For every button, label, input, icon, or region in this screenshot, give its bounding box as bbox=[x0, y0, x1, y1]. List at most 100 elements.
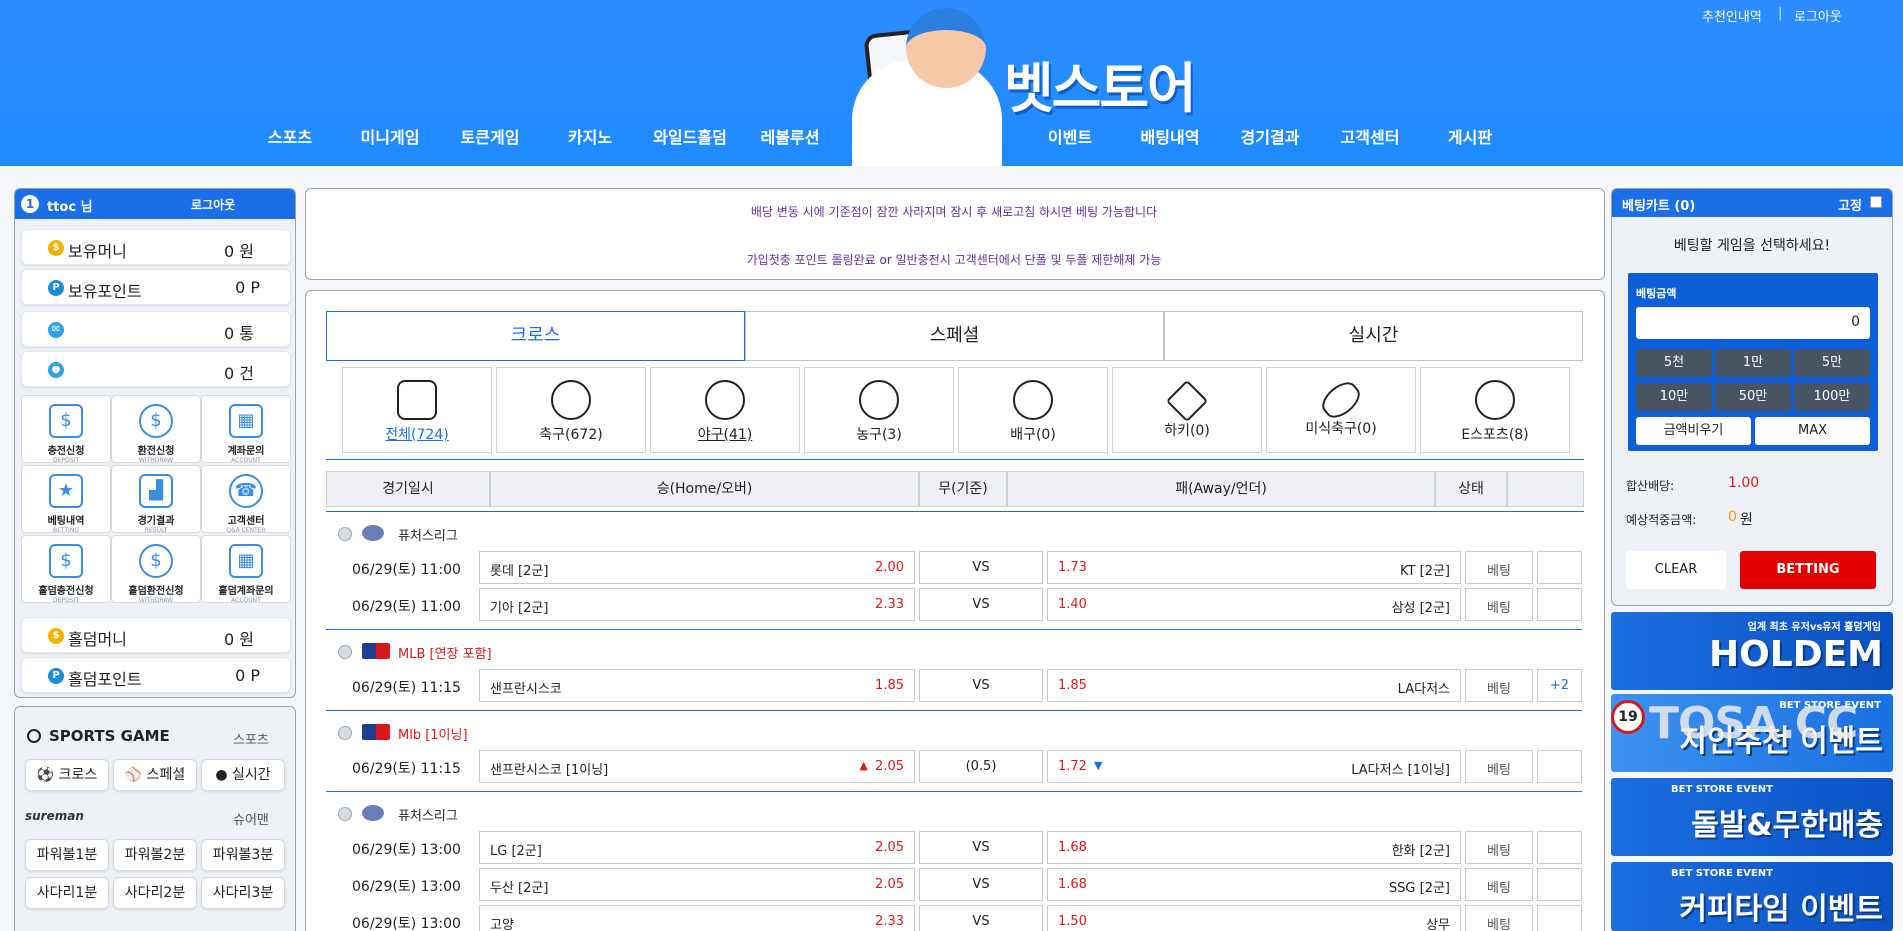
bet-status-button[interactable]: 베팅 bbox=[1465, 868, 1533, 901]
inquiry-row[interactable]: ● 0 건 bbox=[21, 351, 291, 387]
tab-live[interactable]: 실시간 bbox=[1164, 311, 1583, 361]
sport-all[interactable]: 전체(724) bbox=[342, 367, 492, 453]
coffee-banner[interactable]: BET STORE EVENT 커피타임 이벤트 bbox=[1611, 862, 1893, 931]
messages-value: 0 통 bbox=[224, 324, 254, 343]
home-odds-button[interactable]: 기아 [2군] 2.33 bbox=[479, 588, 915, 621]
bet-status-button[interactable]: 베팅 bbox=[1465, 669, 1533, 702]
away-odds-button[interactable]: 1.50 상무 bbox=[1047, 905, 1461, 931]
more-markets-button[interactable]: +2 bbox=[1537, 669, 1582, 702]
betting-button[interactable]: BETTING bbox=[1740, 551, 1876, 589]
ladder-2-button[interactable]: 사다리2분 bbox=[113, 877, 197, 909]
bet-status-button[interactable]: 베팅 bbox=[1465, 588, 1533, 621]
away-odds-button[interactable]: 1.68 SSG [2군] bbox=[1047, 868, 1461, 901]
sport-basketball[interactable]: 농구(3) bbox=[804, 367, 954, 453]
total-odds-value: 1.00 bbox=[1728, 475, 1760, 491]
nav-revolution[interactable]: 레볼루션 bbox=[715, 124, 865, 148]
home-odds-button[interactable]: LG [2군] 2.05 bbox=[479, 831, 915, 864]
draw-button[interactable]: VS bbox=[919, 551, 1043, 584]
game-time: 06/29(토) 11:00 bbox=[352, 599, 461, 615]
draw-button[interactable]: VS bbox=[919, 905, 1043, 931]
bet-history-button[interactable]: ★ 베팅내역 BETTING bbox=[21, 465, 111, 534]
more-markets-button[interactable] bbox=[1537, 831, 1582, 864]
reload-banner[interactable]: BET STORE EVENT 돌발&무한매충 bbox=[1611, 778, 1893, 856]
more-markets-button[interactable] bbox=[1537, 868, 1582, 901]
deposit-button[interactable]: $ 충전신청 DEPOSIT bbox=[21, 395, 111, 464]
draw-button[interactable]: VS bbox=[919, 868, 1043, 901]
tab-special[interactable]: 스페셜 bbox=[745, 311, 1164, 361]
amount-5k-button[interactable]: 5천 bbox=[1636, 349, 1712, 377]
baseball-icon bbox=[338, 645, 352, 659]
clear-amount-button[interactable]: 금액비우기 bbox=[1636, 417, 1751, 445]
holdem-deposit-button[interactable]: $ 홀덤충전신청 DEPOSIT bbox=[21, 535, 111, 604]
amount-1m-button[interactable]: 100만 bbox=[1794, 383, 1870, 411]
special-button[interactable]: ⚾ 스페셜 bbox=[113, 759, 197, 791]
referral-link[interactable]: 추천인내역 bbox=[1702, 6, 1762, 25]
more-markets-button[interactable] bbox=[1537, 588, 1582, 621]
holdem-withdraw-button[interactable]: $ 홀덤환전신청 WITHDRAW bbox=[111, 535, 201, 604]
user-logout-button[interactable]: 로그아웃 bbox=[191, 196, 235, 213]
away-odds-button[interactable]: 1.85 LA다저스 bbox=[1047, 669, 1461, 702]
site-logo[interactable]: 벳스토어 bbox=[1004, 44, 1197, 123]
holdem-banner[interactable]: 업계 최초 유저vs유저 홀덤게임 HOLDEM bbox=[1611, 612, 1893, 690]
referral-banner[interactable]: BET STORE EVENT 지인추천 이벤트 19 TOSA.CC bbox=[1611, 694, 1893, 772]
nav-board[interactable]: 게시판 bbox=[1395, 124, 1545, 148]
draw-value: VS bbox=[972, 597, 990, 612]
ladder-3-button[interactable]: 사다리3분 bbox=[201, 877, 285, 909]
basketball-icon: ● bbox=[215, 767, 233, 783]
bet-history-label: 베팅내역 bbox=[47, 516, 85, 527]
bet-status-button[interactable]: 베팅 bbox=[1465, 831, 1533, 864]
powerball-3-button[interactable]: 파워볼3분 bbox=[201, 839, 285, 871]
bet-amount-input[interactable]: 0 bbox=[1636, 307, 1870, 339]
more-markets-button[interactable] bbox=[1537, 905, 1582, 931]
sport-baseball[interactable]: 야구(41) bbox=[650, 367, 800, 453]
results-button[interactable]: ▟ 경기결과 RESULT bbox=[111, 465, 201, 534]
amount-100k-button[interactable]: 10만 bbox=[1636, 383, 1712, 411]
support-button[interactable]: ☎ 고객센터 Q&A CENTER bbox=[201, 465, 291, 534]
watermark: TOSA.CC bbox=[1649, 698, 1858, 749]
home-odds-button[interactable]: 고양 2.33 bbox=[479, 905, 915, 931]
bet-status-button[interactable]: 베팅 bbox=[1465, 905, 1533, 931]
amount-500k-button[interactable]: 50만 bbox=[1715, 383, 1791, 411]
logout-link[interactable]: 로그아웃 bbox=[1794, 6, 1842, 25]
max-button[interactable]: MAX bbox=[1755, 417, 1870, 445]
holdem-account-button[interactable]: ▦ 홀덤계좌문의 ACCOUNT bbox=[201, 535, 291, 604]
powerball-2-button[interactable]: 파워볼2분 bbox=[113, 839, 197, 871]
draw-button[interactable]: VS bbox=[919, 831, 1043, 864]
home-odds-button[interactable]: 샌프란시스코 [1이닝] ▲ 2.05 bbox=[479, 750, 915, 783]
live-button[interactable]: ● 실시간 bbox=[201, 759, 285, 791]
home-team: 기아 [2군] bbox=[490, 601, 549, 616]
bet-status-button[interactable]: 베팅 bbox=[1465, 750, 1533, 783]
sport-volleyball[interactable]: 배구(0) bbox=[958, 367, 1108, 453]
powerball-1-button[interactable]: 파워볼1분 bbox=[25, 839, 109, 871]
home-odds: 1.85 bbox=[875, 678, 904, 693]
away-odds-button[interactable]: 1.40 삼성 [2군] bbox=[1047, 588, 1461, 621]
clear-button[interactable]: CLEAR bbox=[1626, 551, 1726, 589]
away-odds-button[interactable]: 1.72 ▼ LA다저스 [1이닝] bbox=[1047, 750, 1461, 783]
draw-button[interactable]: VS bbox=[919, 588, 1043, 621]
cross-button[interactable]: ⚽ 크로스 bbox=[25, 759, 109, 791]
fix-checkbox[interactable] bbox=[1870, 196, 1882, 208]
tab-cross[interactable]: 크로스 bbox=[326, 311, 745, 361]
account-inquiry-button[interactable]: ▦ 계좌문의 ACCOUNT bbox=[201, 395, 291, 464]
sport-football[interactable]: 미식축구(0) bbox=[1266, 367, 1416, 453]
sport-soccer[interactable]: 축구(672) bbox=[496, 367, 646, 453]
more-markets-button[interactable] bbox=[1537, 750, 1582, 783]
away-odds-button[interactable]: 1.73 KT [2군] bbox=[1047, 551, 1461, 584]
messages-row[interactable]: ✉ 0 통 bbox=[21, 311, 291, 347]
amount-50k-button[interactable]: 5만 bbox=[1794, 349, 1870, 377]
home-odds-button[interactable]: 롯데 [2군] 2.00 bbox=[479, 551, 915, 584]
more-markets-button[interactable] bbox=[1537, 551, 1582, 584]
sport-esports[interactable]: E스포츠(8) bbox=[1420, 367, 1570, 453]
home-odds-button[interactable]: 샌프란시스코 1.85 bbox=[479, 669, 915, 702]
away-odds-button[interactable]: 1.68 한화 [2군] bbox=[1047, 831, 1461, 864]
site-header: 추천인내역 | 로그아웃 벳스토어 스포츠 미니게임 토큰게임 카지노 와일드홀… bbox=[0, 0, 1903, 166]
sport-hockey[interactable]: 하키(0) bbox=[1112, 367, 1262, 453]
amount-10k-button[interactable]: 1만 bbox=[1715, 349, 1791, 377]
home-odds-button[interactable]: 두산 [2군] 2.05 bbox=[479, 868, 915, 901]
draw-button[interactable]: (0.5) bbox=[919, 750, 1043, 783]
withdraw-button[interactable]: $ 환전신청 WITHDRAW bbox=[111, 395, 201, 464]
draw-button[interactable]: VS bbox=[919, 669, 1043, 702]
bet-status-button[interactable]: 베팅 bbox=[1465, 551, 1533, 584]
game-row: 06/29(토) 11:15 샌프란시스코 1.85 VS 1.85 LA다저스 베팅 +2 bbox=[326, 669, 1582, 703]
ladder-1-button[interactable]: 사다리1분 bbox=[25, 877, 109, 909]
